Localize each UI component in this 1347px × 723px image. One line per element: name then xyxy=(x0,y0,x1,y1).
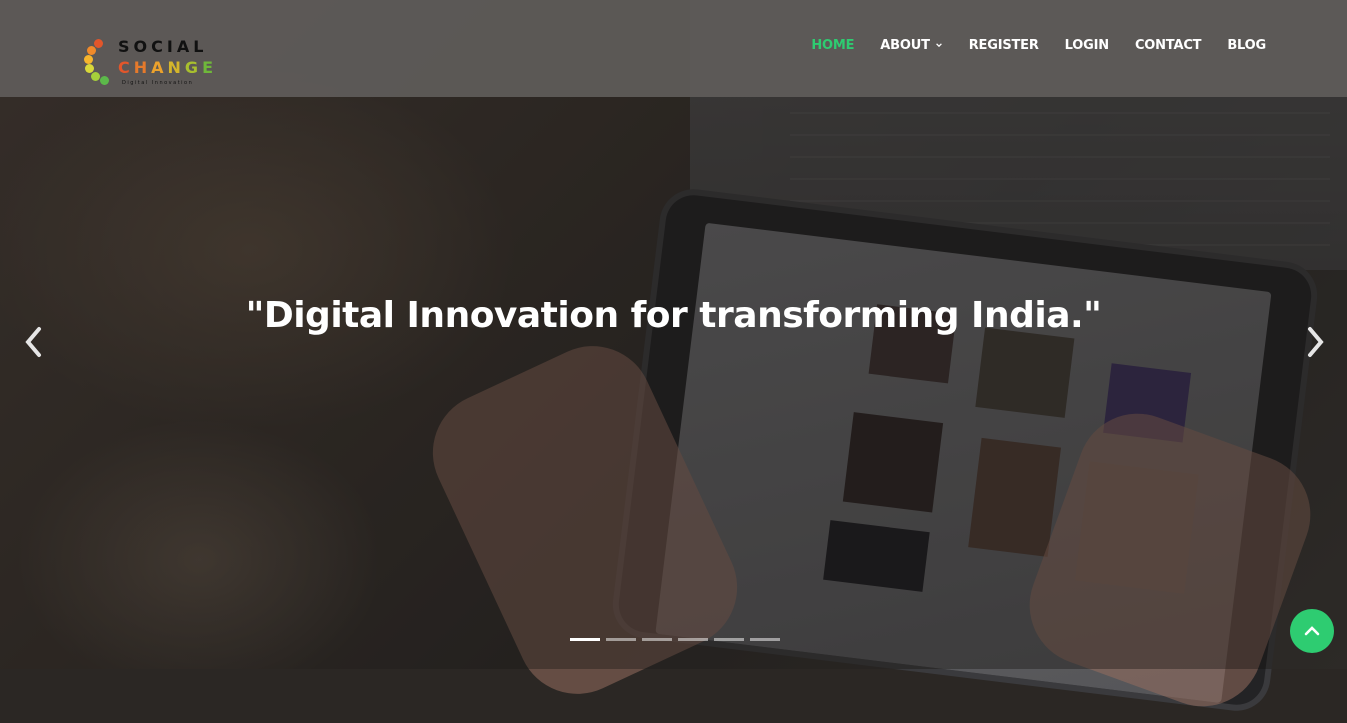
chevron-up-icon xyxy=(1304,626,1320,636)
carousel-indicator[interactable] xyxy=(570,638,600,641)
carousel-next-button[interactable] xyxy=(1303,325,1327,359)
nav-about[interactable]: ABOUT xyxy=(880,38,942,53)
logo-word-change: CHANGE xyxy=(118,58,217,77)
nav-about-label: ABOUT xyxy=(880,37,930,53)
carousel-indicator[interactable] xyxy=(750,638,780,641)
chevron-right-icon xyxy=(1308,327,1324,357)
nav-register[interactable]: REGISTER xyxy=(969,38,1039,53)
back-to-top-button[interactable] xyxy=(1290,609,1334,653)
carousel-prev-button[interactable] xyxy=(22,325,46,359)
carousel-indicator[interactable] xyxy=(678,638,708,641)
carousel-indicator[interactable] xyxy=(642,638,672,641)
carousel-indicator[interactable] xyxy=(606,638,636,641)
carousel-indicators xyxy=(570,638,786,641)
nav-blog[interactable]: BLOG xyxy=(1227,38,1266,53)
nav-login[interactable]: LOGIN xyxy=(1065,38,1109,53)
logo-word-social: SOCIAL xyxy=(118,37,208,56)
site-logo[interactable]: SOCIAL CHANGE Digital Innovation xyxy=(82,36,222,88)
carousel-indicator[interactable] xyxy=(714,638,744,641)
chevron-left-icon xyxy=(25,327,41,357)
logo-tagline: Digital Innovation xyxy=(122,80,194,86)
slide-caption: "Digital Innovation for transforming Ind… xyxy=(245,295,1102,336)
nav-home[interactable]: HOME xyxy=(811,38,854,53)
nav-contact[interactable]: CONTACT xyxy=(1135,38,1202,53)
main-nav: HOME ABOUT REGISTER LOGIN CONTACT BLOG xyxy=(811,36,1266,54)
chevron-down-icon xyxy=(935,43,942,48)
site-header: SOCIAL CHANGE Digital Innovation HOME AB… xyxy=(0,0,1347,97)
logo-dots-icon xyxy=(82,36,114,88)
